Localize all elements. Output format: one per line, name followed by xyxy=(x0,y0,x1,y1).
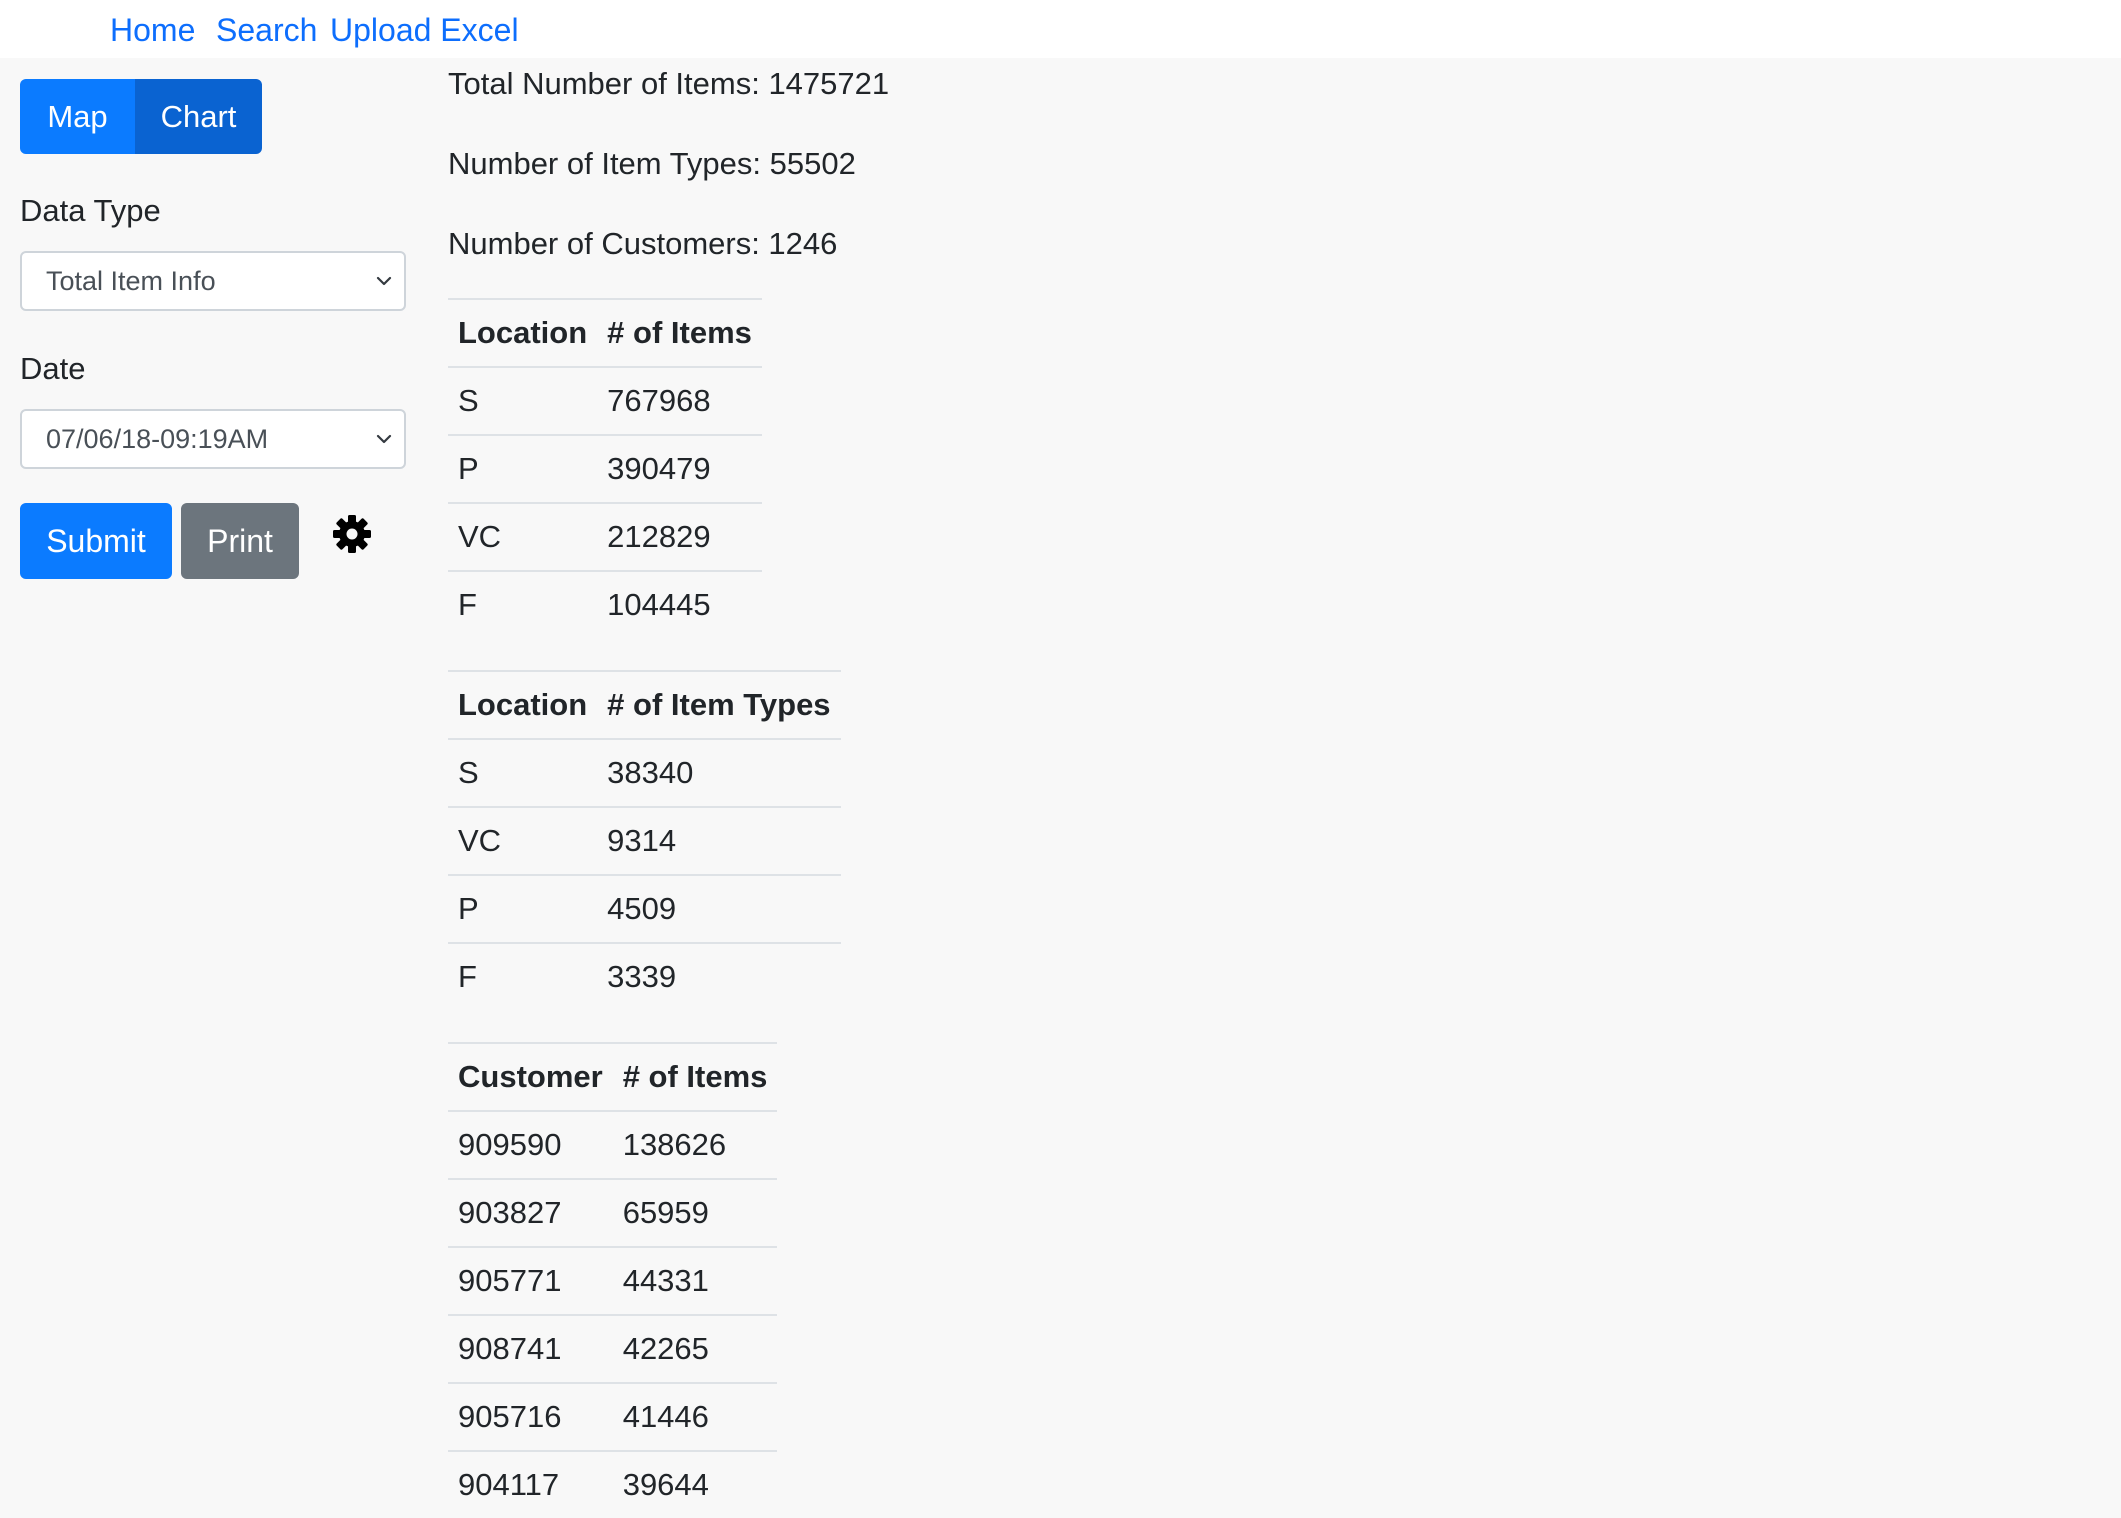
table-cell: 905716 xyxy=(448,1382,613,1451)
column-header: Location xyxy=(448,298,598,368)
table-cell: S xyxy=(448,738,598,807)
table-row: 904117 39644 xyxy=(448,1450,778,1518)
table-row: VC 9314 xyxy=(448,806,841,875)
column-header: Location xyxy=(448,670,598,740)
table-cell: S xyxy=(448,366,598,435)
table-cell: 908741 xyxy=(448,1314,613,1383)
chevron-down-icon xyxy=(376,276,392,286)
table-row: 908741 42265 xyxy=(448,1314,778,1383)
table-cell: 767968 xyxy=(597,366,762,435)
table-row: P 390479 xyxy=(448,434,762,503)
table-cell: P xyxy=(448,434,598,503)
table-header-row: Location # of Item Types xyxy=(448,670,841,740)
chart-view-button[interactable]: Chart xyxy=(135,79,262,154)
date-selected-value: 07/06/18-09:19AM xyxy=(46,424,269,454)
table-row: S 38340 xyxy=(448,738,841,807)
data-type-selected-value: Total Item Info xyxy=(46,266,216,296)
view-toggle-group: Map Chart xyxy=(20,79,262,154)
column-header: # of Items xyxy=(597,298,762,368)
table-row: F 104445 xyxy=(448,570,762,638)
table-cell: VC xyxy=(448,806,598,875)
item-types-stat: Number of Item Types: 55502 xyxy=(448,146,856,181)
table-cell: 39644 xyxy=(612,1450,778,1518)
map-view-button[interactable]: Map xyxy=(20,79,135,154)
table-cell: 904117 xyxy=(448,1450,613,1518)
data-type-label: Data Type xyxy=(20,193,161,228)
column-header: # of Item Types xyxy=(597,670,841,740)
date-select[interactable]: 07/06/18-09:19AM xyxy=(20,409,406,469)
table-cell: 3339 xyxy=(597,942,841,1010)
submit-button[interactable]: Submit xyxy=(20,503,172,579)
nav-link-search[interactable]: Search xyxy=(216,8,317,52)
total-items-stat: Total Number of Items: 1475721 xyxy=(448,66,890,101)
table-cell: 104445 xyxy=(597,570,762,638)
table-cell: 42265 xyxy=(612,1314,778,1383)
table-cell: F xyxy=(448,942,598,1010)
table-cell: 65959 xyxy=(612,1178,778,1247)
table-row: P 4509 xyxy=(448,874,841,943)
table-row: F 3339 xyxy=(448,942,841,1010)
item-types-by-location-table: Location # of Item Types S 38340 VC 9314… xyxy=(448,670,841,1010)
table-row: 903827 65959 xyxy=(448,1178,778,1247)
table-cell: 9314 xyxy=(597,806,841,875)
table-row: 905716 41446 xyxy=(448,1382,778,1451)
table-cell: 212829 xyxy=(597,502,762,571)
items-by-location-table: Location # of Items S 767968 P 390479 VC… xyxy=(448,298,762,638)
table-cell: F xyxy=(448,570,598,638)
top-navbar: Home Search Upload Excel xyxy=(0,0,2121,58)
table-cell: 4509 xyxy=(597,874,841,943)
items-by-customer-table: Customer # of Items 909590 138626 903827… xyxy=(448,1042,778,1518)
nav-link-home[interactable]: Home xyxy=(110,8,195,52)
nav-link-upload-excel[interactable]: Upload Excel xyxy=(330,8,519,52)
table-cell: 905771 xyxy=(448,1246,613,1315)
table-cell: 390479 xyxy=(597,434,762,503)
table-cell: 38340 xyxy=(597,738,841,807)
table-cell: 903827 xyxy=(448,1178,613,1247)
column-header: # of Items xyxy=(612,1042,778,1112)
table-header-row: Location # of Items xyxy=(448,298,762,368)
table-cell: VC xyxy=(448,502,598,571)
chevron-down-icon xyxy=(376,434,392,444)
table-cell: 44331 xyxy=(612,1246,778,1315)
table-header-row: Customer # of Items xyxy=(448,1042,778,1112)
column-header: Customer xyxy=(448,1042,613,1112)
table-cell: 138626 xyxy=(612,1110,778,1179)
customers-stat: Number of Customers: 1246 xyxy=(448,226,838,261)
print-button[interactable]: Print xyxy=(181,503,299,579)
date-label: Date xyxy=(20,351,86,386)
table-row: S 767968 xyxy=(448,366,762,435)
table-row: 909590 138626 xyxy=(448,1110,778,1179)
table-row: 905771 44331 xyxy=(448,1246,778,1315)
data-type-select[interactable]: Total Item Info xyxy=(20,251,406,311)
table-cell: 41446 xyxy=(612,1382,778,1451)
table-row: VC 212829 xyxy=(448,502,762,571)
table-cell: P xyxy=(448,874,598,943)
table-cell: 909590 xyxy=(448,1110,613,1179)
gear-icon[interactable] xyxy=(332,514,372,554)
